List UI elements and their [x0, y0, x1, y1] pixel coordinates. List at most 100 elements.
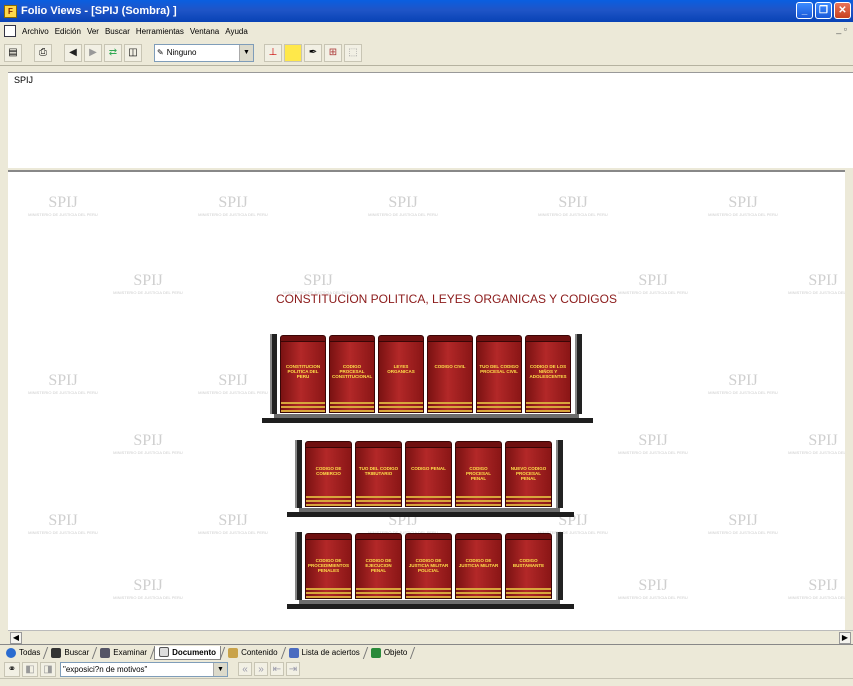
book-title: CODIGO PROCESAL CONSTITUCIONAL	[332, 363, 373, 379]
chevron-down-icon[interactable]: ▼	[213, 662, 227, 676]
spij-watermark: SPIJMINISTERIO DE JUSTICIA DEL PERU	[358, 194, 448, 217]
close-button[interactable]: ✕	[834, 2, 851, 19]
search-next-icon[interactable]: ◨	[40, 661, 56, 677]
window-title: Folio Views - [SPIJ (Sombra) ]	[21, 5, 177, 17]
book-link[interactable]: NUEVO CODIGO PROCESAL PENAL	[505, 441, 552, 507]
print-icon[interactable]: ⎙	[34, 43, 52, 62]
last-hit-icon[interactable]: »	[254, 662, 268, 676]
watermark-logo: SPIJ	[218, 194, 248, 211]
binoculars-icon[interactable]: ⚭	[4, 661, 20, 677]
watermark-logo: SPIJ	[133, 272, 163, 289]
book-link[interactable]: CODIGO PENAL	[405, 441, 452, 507]
title-rest: ONSTITUCION POLITICA, LEYES ORGANICAS Y …	[284, 292, 617, 306]
tab-contenido[interactable]: Contenido	[224, 646, 281, 660]
spij-watermark: SPIJMINISTERIO DE JUSTICIA DEL PERU	[103, 577, 193, 600]
watermark-caption: MINISTERIO DE JUSTICIA DEL PERU	[28, 530, 98, 535]
book-link[interactable]: CODIGO DE PROCEDIMIENTOS PENALES	[305, 533, 352, 599]
book-band	[506, 496, 551, 498]
watermark-logo: SPIJ	[638, 577, 668, 594]
search-prev-icon[interactable]: ◧	[22, 661, 38, 677]
book-band	[456, 496, 501, 498]
book-link[interactable]: LEYES ORGANICAS	[378, 335, 424, 413]
menu-ayuda[interactable]: Ayuda	[225, 27, 248, 36]
book-link[interactable]: CODIGO CIVIL	[427, 335, 473, 413]
book-band	[456, 500, 501, 502]
vertical-scrollbar[interactable]	[845, 170, 853, 630]
document-pane[interactable]: SPIJ MINISTERIO DE JUSTICIA DEL PERU SPIJ M…	[8, 170, 845, 630]
forward-arrow-icon[interactable]: ▶	[84, 43, 102, 62]
note-icon[interactable]: ⬚	[344, 43, 362, 62]
link-icon[interactable]: ⊞	[324, 43, 342, 62]
book-link[interactable]: CODIGO BUSTAMANTE	[505, 533, 552, 599]
tab-objeto[interactable]: Objeto	[367, 646, 412, 660]
menu-archivo[interactable]: Archivo	[22, 27, 49, 36]
tab-label: Examinar	[113, 648, 148, 657]
highlighter-value: Ninguno	[166, 48, 197, 57]
horizontal-scrollbar[interactable]: ◀ ▶	[8, 630, 853, 644]
tab-label: Contenido	[241, 648, 278, 657]
chevron-down-icon[interactable]: ▼	[239, 44, 253, 61]
tab-todas[interactable]: Todas	[2, 646, 44, 660]
save-icon[interactable]: ▤	[4, 43, 22, 62]
book-link[interactable]: CONSTITUCION POLITICA DEL PERU	[280, 335, 326, 413]
tab-examinar[interactable]: Examinar	[96, 646, 151, 660]
split-view-icon[interactable]: ◫	[124, 43, 142, 62]
menu-ventana[interactable]: Ventana	[190, 27, 219, 36]
restore-button[interactable]: ❐	[815, 2, 832, 19]
book-link[interactable]: CODIGO DE JUSTICIA MILITAR POLICIAL	[405, 533, 452, 599]
minimize-button[interactable]: _	[796, 2, 813, 19]
watermark-caption: MINISTERIO DE JUSTICIA DEL PERU	[113, 595, 183, 600]
spij-watermark: SPIJMINISTERIO DE JUSTICIA DEL PERU	[778, 272, 845, 295]
header-pane[interactable]: SPIJ	[8, 72, 853, 168]
book-title: CODIGO DE LOS NIÑOS Y ADOLESCENTES	[529, 363, 567, 379]
menu-ver[interactable]: Ver	[87, 27, 99, 36]
watermark-logo: SPIJ	[808, 577, 838, 594]
scroll-left-icon[interactable]: ◀	[10, 632, 22, 644]
list-icon	[288, 647, 299, 658]
book-band	[428, 410, 472, 412]
tab-label: Buscar	[64, 648, 90, 657]
book-link[interactable]: CODIGO DE LOS NIÑOS Y ADOLESCENTES	[525, 335, 571, 413]
history-icon[interactable]: ⇄	[104, 43, 122, 62]
watermark-logo: SPIJ	[558, 194, 588, 211]
book-top	[305, 533, 352, 540]
prev-document-icon[interactable]: ⇤	[270, 662, 284, 676]
search-query-select[interactable]: "exposici?n de motivos" ▼	[60, 661, 228, 677]
underline-icon[interactable]: ⊥	[264, 43, 282, 62]
marker-icon[interactable]: ✒	[304, 43, 322, 62]
tab-lista-de-aciertos[interactable]: Lista de aciertos	[285, 646, 364, 660]
book-link[interactable]: CODIGO PROCESAL CONSTITUCIONAL	[329, 335, 375, 413]
menu-buscar[interactable]: Buscar	[105, 27, 130, 36]
watermark-caption: MINISTERIO DE JUSTICIA DEL PERU	[618, 450, 688, 455]
highlight-yellow-icon[interactable]	[284, 43, 302, 62]
book-top	[455, 441, 502, 448]
mdi-controls[interactable]: _ ▫	[836, 24, 847, 34]
document-menu-icon[interactable]	[4, 25, 16, 37]
book-link[interactable]: CODIGO DE EJECUCION PENAL	[355, 533, 402, 599]
book-band	[456, 588, 501, 590]
spij-watermark: SPIJMINISTERIO DE JUSTICIA DEL PERU	[18, 372, 108, 395]
next-document-icon[interactable]: ⇥	[286, 662, 300, 676]
spij-watermark: SPIJMINISTERIO DE JUSTICIA DEL PERU	[778, 577, 845, 600]
first-hit-icon[interactable]: «	[238, 662, 252, 676]
book-link[interactable]: TUO DEL CODIGO TRIBUTARIO	[355, 441, 402, 507]
book-title: CODIGO BUSTAMANTE	[512, 558, 545, 568]
scroll-right-icon[interactable]: ▶	[839, 632, 851, 644]
search-bar: ⚭ ◧ ◨ "exposici?n de motivos" ▼ « » ⇤ ⇥	[0, 660, 853, 678]
highlighter-select[interactable]: ✎ Ninguno ▼	[154, 43, 254, 62]
book-link[interactable]: CODIGO PROCESAL PENAL	[455, 441, 502, 507]
tab-documento[interactable]: Documento	[154, 645, 222, 660]
spij-watermark: SPIJMINISTERIO DE JUSTICIA DEL PERU	[103, 432, 193, 455]
book-link[interactable]: CODIGO DE COMERCIO	[305, 441, 352, 507]
tab-label: Objeto	[383, 648, 408, 657]
tab-buscar[interactable]: Buscar	[47, 646, 93, 660]
book-band	[379, 410, 423, 412]
book-link[interactable]: CODIGO DE JUSTICIA MILITAR	[455, 533, 502, 599]
back-arrow-icon[interactable]: ◀	[64, 43, 82, 62]
menu-herramientas[interactable]: Herramientas	[136, 27, 184, 36]
book-band	[356, 596, 401, 598]
book-band	[356, 504, 401, 506]
book-link[interactable]: TUO DEL CODIGO PROCESAL CIVIL	[476, 335, 522, 413]
menu-edicion[interactable]: Edición	[55, 27, 81, 36]
binoculars-icon	[51, 647, 62, 658]
